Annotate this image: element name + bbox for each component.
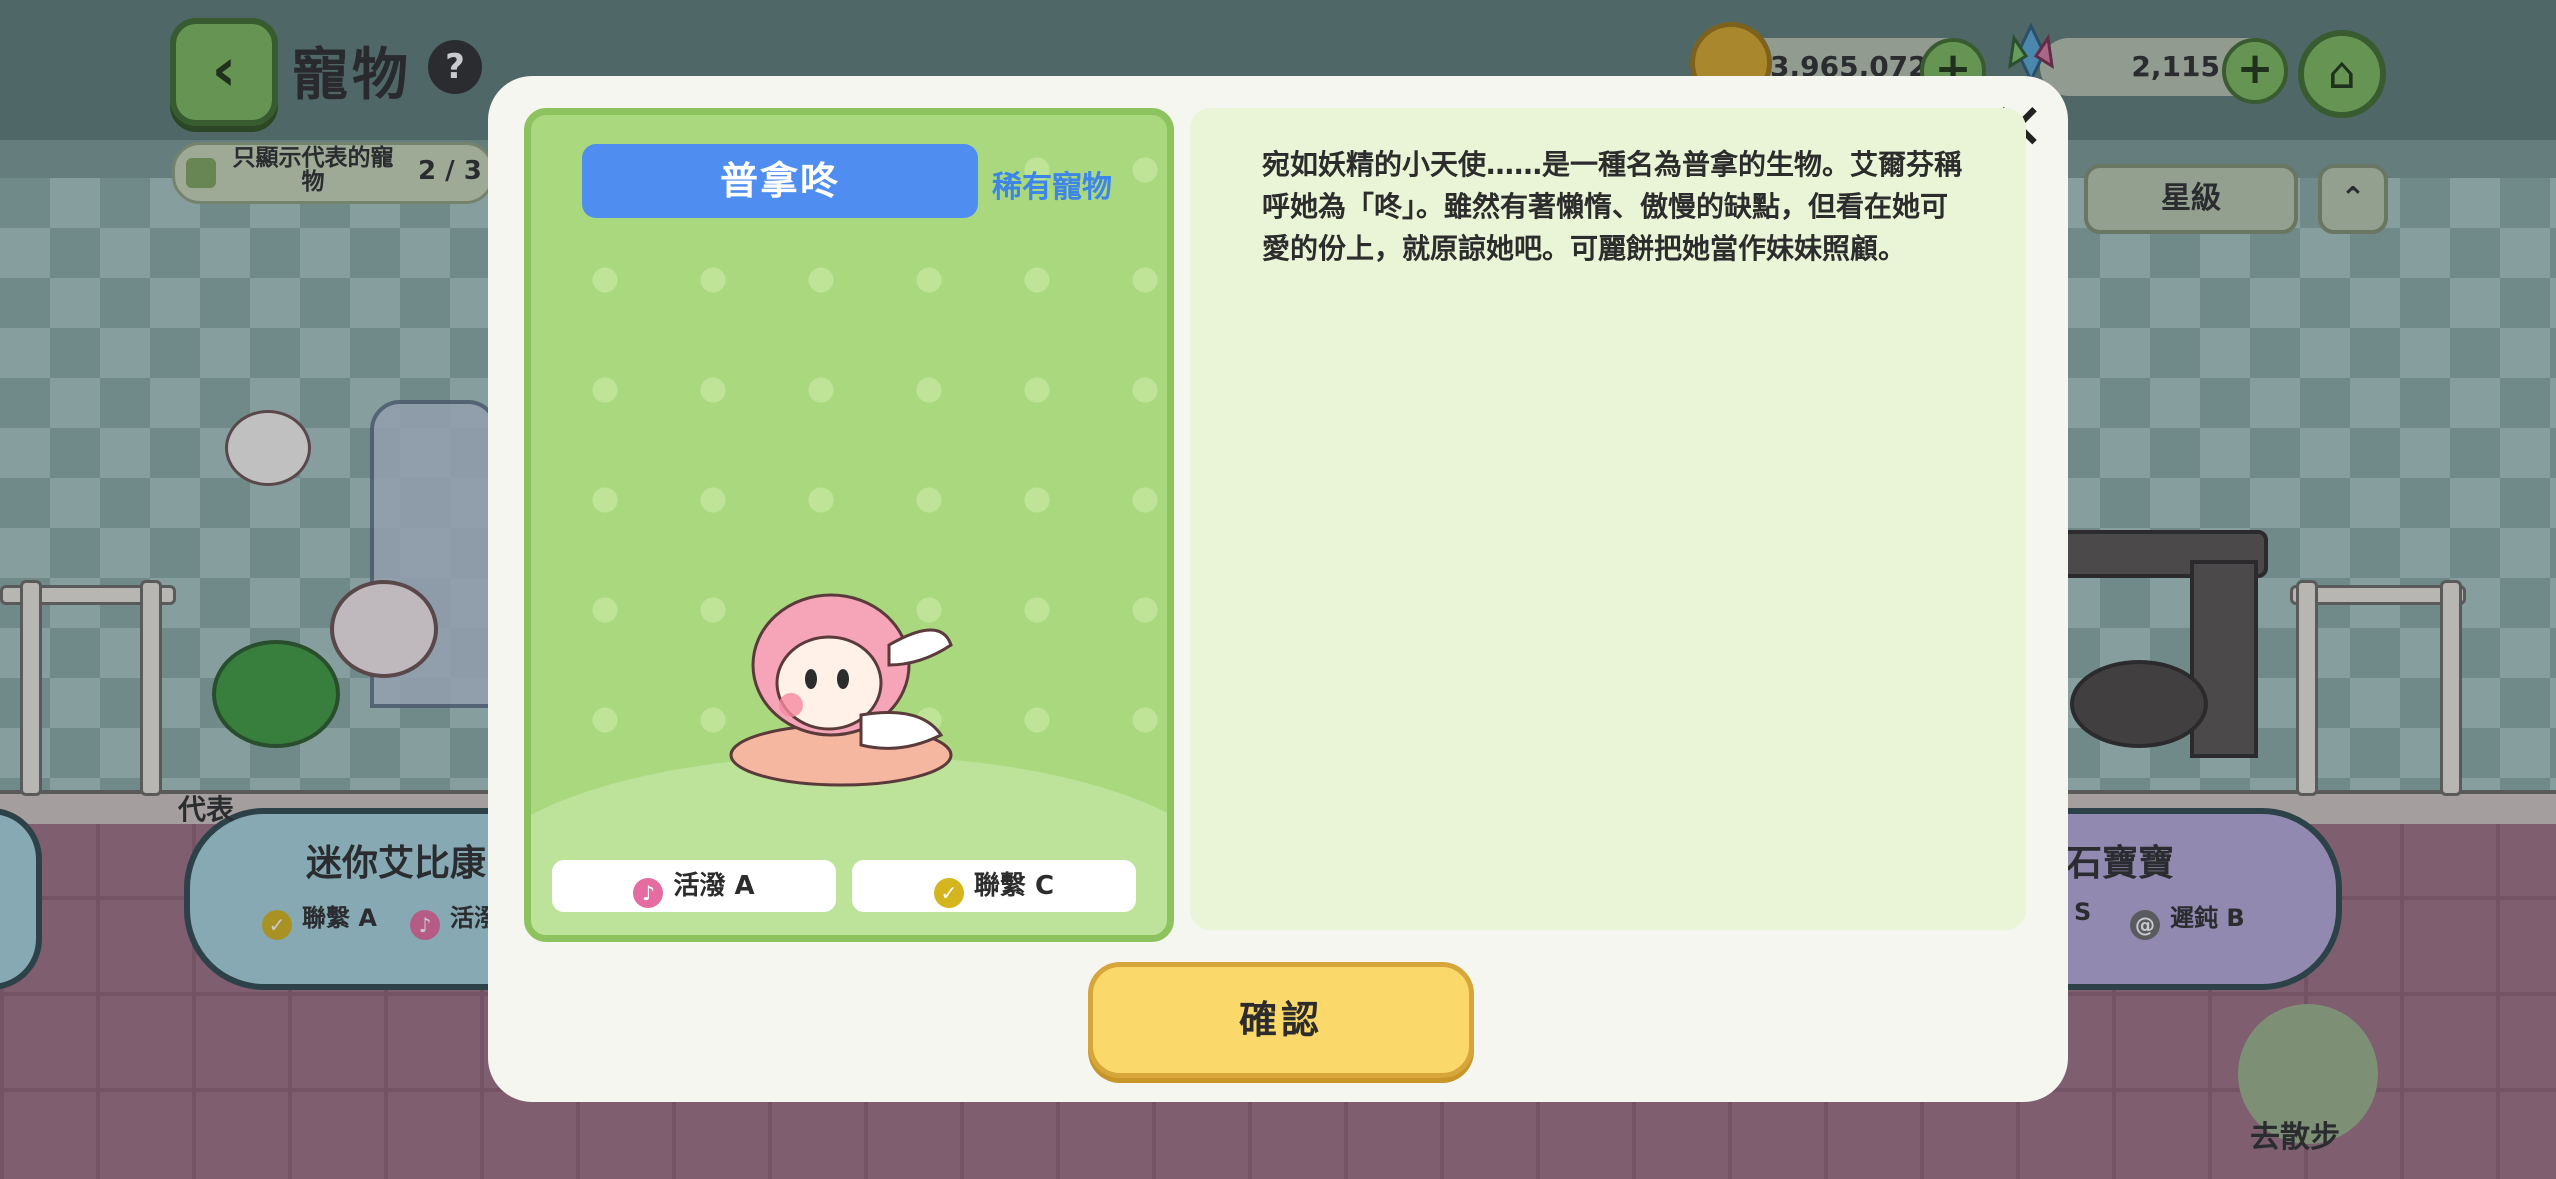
pet-name-tab: 普拿咚 [582,144,978,218]
trait-pill-2: ✓ 聯繫 C [852,860,1136,912]
music-note-icon: ♪ [633,878,664,908]
pet-portrait-panel [524,108,1174,942]
trait-pill-1: ♪ 活潑 A [552,860,836,912]
pet-character-image [729,593,953,787]
pet-description: 宛如妖精的小天使……是一種名為普拿的生物。艾爾芬稱呼她為「咚」。雖然有著懶惰、傲… [1262,148,1963,265]
rarity-label: 稀有寵物 [992,170,1112,205]
confirm-button[interactable]: 確認 [1088,962,1474,1078]
check-icon: ✓ [933,878,964,908]
